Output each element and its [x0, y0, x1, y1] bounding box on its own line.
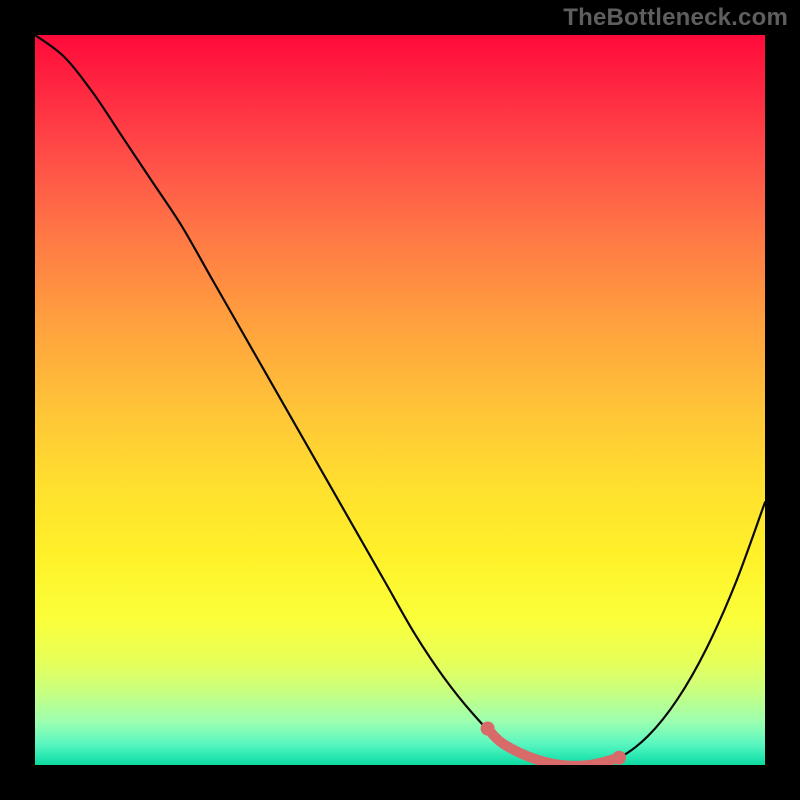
optimal-range-start-dot	[481, 722, 495, 736]
curve-svg	[35, 35, 765, 765]
optimal-range-end-dot	[612, 751, 626, 765]
chart-container: TheBottleneck.com	[0, 0, 800, 800]
plot-area	[35, 35, 765, 765]
watermark-text: TheBottleneck.com	[563, 4, 788, 32]
optimal-range-highlight	[488, 729, 619, 766]
bottleneck-curve	[35, 35, 765, 765]
